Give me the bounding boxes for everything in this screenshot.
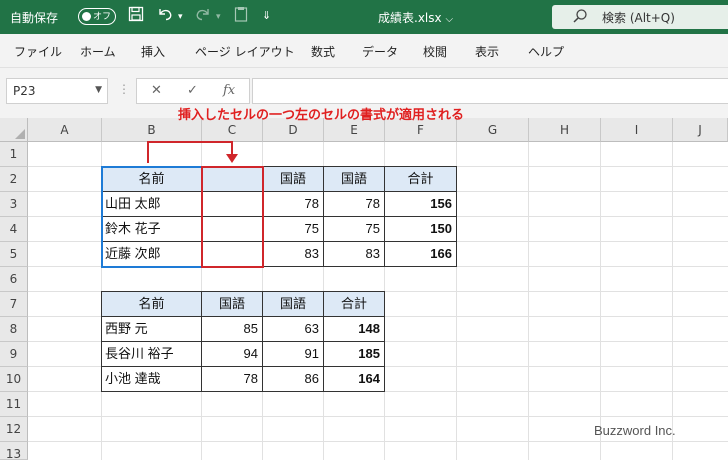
enter-icon[interactable]: ✓ [187,83,198,98]
select-all-button[interactable] [0,118,28,142]
autosave-state: オフ [93,12,112,22]
save-icon[interactable] [128,6,144,26]
row-header-5[interactable]: 5 [0,242,28,267]
paste-format-icon[interactable] [234,6,248,26]
column-header-g[interactable]: G [457,118,529,142]
search-box[interactable]: 検索 (Alt+Q) [552,5,728,29]
undo-dropdown-icon[interactable]: ▾ [178,12,183,22]
name-box[interactable]: P23 ▼ [6,78,108,104]
table2-header-kokugo-2[interactable]: 国語 [262,291,324,317]
table2-cell[interactable]: 91 [262,341,324,367]
table1-header-kokugo-1[interactable]: 国語 [262,166,324,192]
watermark: Buzzword Inc. [594,423,676,438]
table1-cell[interactable]: 78 [262,191,324,217]
autosave-toggle[interactable]: オフ [78,8,116,25]
inserted-column-highlight [201,166,264,268]
row-header-12[interactable]: 12 [0,417,28,442]
gridline [28,441,728,442]
table2-cell[interactable]: 小池 達哉 [101,366,202,392]
table2-cell[interactable]: 63 [262,316,324,342]
search-label: 検索 (Alt+Q) [602,11,675,25]
row-header-4[interactable]: 4 [0,217,28,242]
table2-cell[interactable]: 148 [323,316,385,342]
formula-buttons: ✕ ✓ fx [136,78,250,104]
cancel-icon[interactable]: ✕ [151,83,162,98]
row-header-10[interactable]: 10 [0,367,28,392]
name-box-value: P23 [13,84,36,98]
table1-cell[interactable]: 83 [262,241,324,267]
gridline [528,142,529,460]
row-header-13[interactable]: 13 [0,442,28,460]
title-bar: 自動保存 オフ ▾ ▾ ⇓ 成績表.xlsx ⌵ 検索 (Alt+Q) [0,0,728,34]
table2-header-name[interactable]: 名前 [101,291,202,317]
undo-icon[interactable] [156,6,174,26]
row-header-7[interactable]: 7 [0,292,28,317]
ribbon-tabs: ファイル ホーム 挿入 ページ レイアウト 数式 データ 校閲 表示 ヘルプ [0,34,728,68]
toggle-knob [82,11,91,21]
table2-cell[interactable]: 86 [262,366,324,392]
tab-formulas[interactable]: 数式 [311,43,335,60]
chevron-down-icon[interactable]: ▼ [95,85,102,95]
table1-cell[interactable]: 78 [323,191,385,217]
column-header-j[interactable]: J [673,118,728,142]
file-name[interactable]: 成績表.xlsx ⌵ [378,9,453,26]
row-header-6[interactable]: 6 [0,267,28,292]
row-header-11[interactable]: 11 [0,392,28,417]
gridline [672,142,673,460]
row-header-8[interactable]: 8 [0,317,28,342]
table2-cell[interactable]: 185 [323,341,385,367]
customize-toolbar-icon[interactable]: ⇓ [262,9,271,22]
redo-icon[interactable] [194,6,212,26]
table1-cell[interactable]: 83 [323,241,385,267]
column-header-i[interactable]: I [601,118,673,142]
tab-file[interactable]: ファイル [14,43,62,60]
gridline [600,142,601,460]
table1-header-kokugo-2[interactable]: 国語 [323,166,385,192]
table2-header-kokugo-1[interactable]: 国語 [201,291,263,317]
tab-data[interactable]: データ [362,43,398,60]
table2-cell[interactable]: 西野 元 [101,316,202,342]
table1-cell[interactable]: 75 [262,216,324,242]
table2-cell[interactable]: 94 [201,341,263,367]
tab-help[interactable]: ヘルプ [528,43,564,60]
table2-cell[interactable]: 85 [201,316,263,342]
tab-insert[interactable]: 挿入 [141,43,165,60]
row-header-9[interactable]: 9 [0,342,28,367]
insert-function-icon[interactable]: fx [223,83,235,98]
column-header-h[interactable]: H [529,118,601,142]
tab-view[interactable]: 表示 [475,43,499,60]
table2-cell[interactable]: 164 [323,366,385,392]
chevron-down-icon: ⌵ [445,14,454,25]
row-header-2[interactable]: 2 [0,167,28,192]
worksheet-grid[interactable]: A B C D E F G H I J 1 2 3 4 5 6 7 8 9 10… [0,118,728,460]
annotation-text: 挿入したセルの一つ左のセルの書式が適用される [178,108,465,123]
redo-dropdown-icon[interactable]: ▾ [216,12,221,22]
gridline [28,416,728,417]
autosave-label: 自動保存 [10,11,59,25]
row-header-3[interactable]: 3 [0,192,28,217]
formula-input[interactable] [252,78,728,104]
table2-cell[interactable]: 長谷川 裕子 [101,341,202,367]
tab-page-layout[interactable]: ページ レイアウト [195,43,295,60]
column-header-a[interactable]: A [28,118,102,142]
table1-cell[interactable]: 150 [384,216,457,242]
splitter-handle-icon[interactable]: ⋮ [118,82,130,96]
source-column-highlight [101,166,203,268]
table2-cell[interactable]: 78 [201,366,263,392]
table1-cell[interactable]: 166 [384,241,457,267]
table1-header-total[interactable]: 合計 [384,166,457,192]
table1-cell[interactable]: 156 [384,191,457,217]
row-header-1[interactable]: 1 [0,142,28,167]
tab-review[interactable]: 校閲 [423,43,447,60]
table2-header-total[interactable]: 合計 [323,291,385,317]
search-icon [572,8,588,28]
table1-cell[interactable]: 75 [323,216,385,242]
tab-home[interactable]: ホーム [80,43,116,60]
